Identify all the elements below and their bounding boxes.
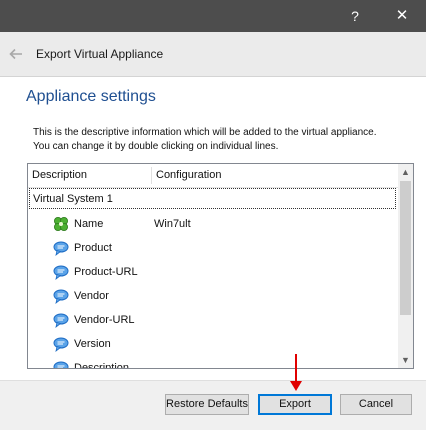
row-value: Win7ult bbox=[154, 218, 191, 230]
tree-row-description[interactable]: Description bbox=[28, 356, 398, 369]
speech-bubble-icon bbox=[53, 289, 69, 304]
name-icon bbox=[54, 217, 68, 231]
column-header-description[interactable]: Description bbox=[32, 164, 87, 187]
virtual-system-row[interactable]: Virtual System 1 bbox=[29, 188, 396, 209]
tree-row-vendor-url[interactable]: Vendor-URL bbox=[28, 308, 398, 332]
appliance-settings-tree[interactable]: Description Configuration Virtual System… bbox=[27, 163, 414, 369]
speech-bubble-icon bbox=[53, 241, 69, 256]
speech-bubble-icon bbox=[53, 361, 69, 368]
tree-row-product-url[interactable]: Product-URL bbox=[28, 260, 398, 284]
title-bar: ? ✕ bbox=[0, 0, 426, 32]
close-button[interactable]: ✕ bbox=[390, 0, 414, 32]
tree-header: Description Configuration bbox=[28, 164, 398, 188]
description-line: You can change it by double clicking on … bbox=[33, 141, 279, 152]
row-label: Product-URL bbox=[74, 266, 138, 278]
wizard-title: Export Virtual Appliance bbox=[36, 47, 164, 61]
tree-row-name[interactable]: Name Win7ult bbox=[28, 212, 398, 236]
export-button[interactable]: Export bbox=[258, 394, 332, 415]
row-label: Vendor bbox=[74, 290, 109, 302]
row-label: Description bbox=[74, 362, 130, 369]
column-header-configuration[interactable]: Configuration bbox=[156, 164, 221, 187]
virtual-system-label: Virtual System 1 bbox=[33, 193, 113, 205]
row-label: Vendor-URL bbox=[74, 314, 135, 326]
cancel-button[interactable]: Cancel bbox=[340, 394, 412, 415]
row-label: Version bbox=[74, 338, 111, 350]
section-description: This is the descriptive information whic… bbox=[33, 126, 423, 154]
column-divider[interactable] bbox=[151, 167, 152, 184]
section-title: Appliance settings bbox=[26, 88, 156, 105]
speech-bubble-icon bbox=[53, 313, 69, 328]
scrollbar-thumb[interactable] bbox=[400, 181, 411, 315]
row-label: Name bbox=[74, 218, 104, 230]
description-line: This is the descriptive information whic… bbox=[33, 127, 377, 138]
speech-bubble-icon bbox=[53, 265, 69, 280]
red-arrow-icon bbox=[290, 354, 302, 391]
arrow-left-icon[interactable] bbox=[8, 46, 24, 62]
speech-bubble-icon bbox=[53, 337, 69, 352]
row-label: Product bbox=[74, 242, 112, 254]
wizard-header: Export Virtual Appliance bbox=[0, 32, 426, 77]
restore-defaults-button[interactable]: Restore Defaults bbox=[165, 394, 249, 415]
tree-row-product[interactable]: Product bbox=[28, 236, 398, 260]
vertical-scrollbar[interactable]: ▲ ▼ bbox=[398, 164, 413, 368]
scroll-up-icon[interactable]: ▲ bbox=[398, 164, 413, 180]
scroll-down-icon[interactable]: ▼ bbox=[398, 352, 413, 368]
help-button[interactable]: ? bbox=[343, 0, 367, 32]
tree-row-vendor[interactable]: Vendor bbox=[28, 284, 398, 308]
tree-row-version[interactable]: Version bbox=[28, 332, 398, 356]
